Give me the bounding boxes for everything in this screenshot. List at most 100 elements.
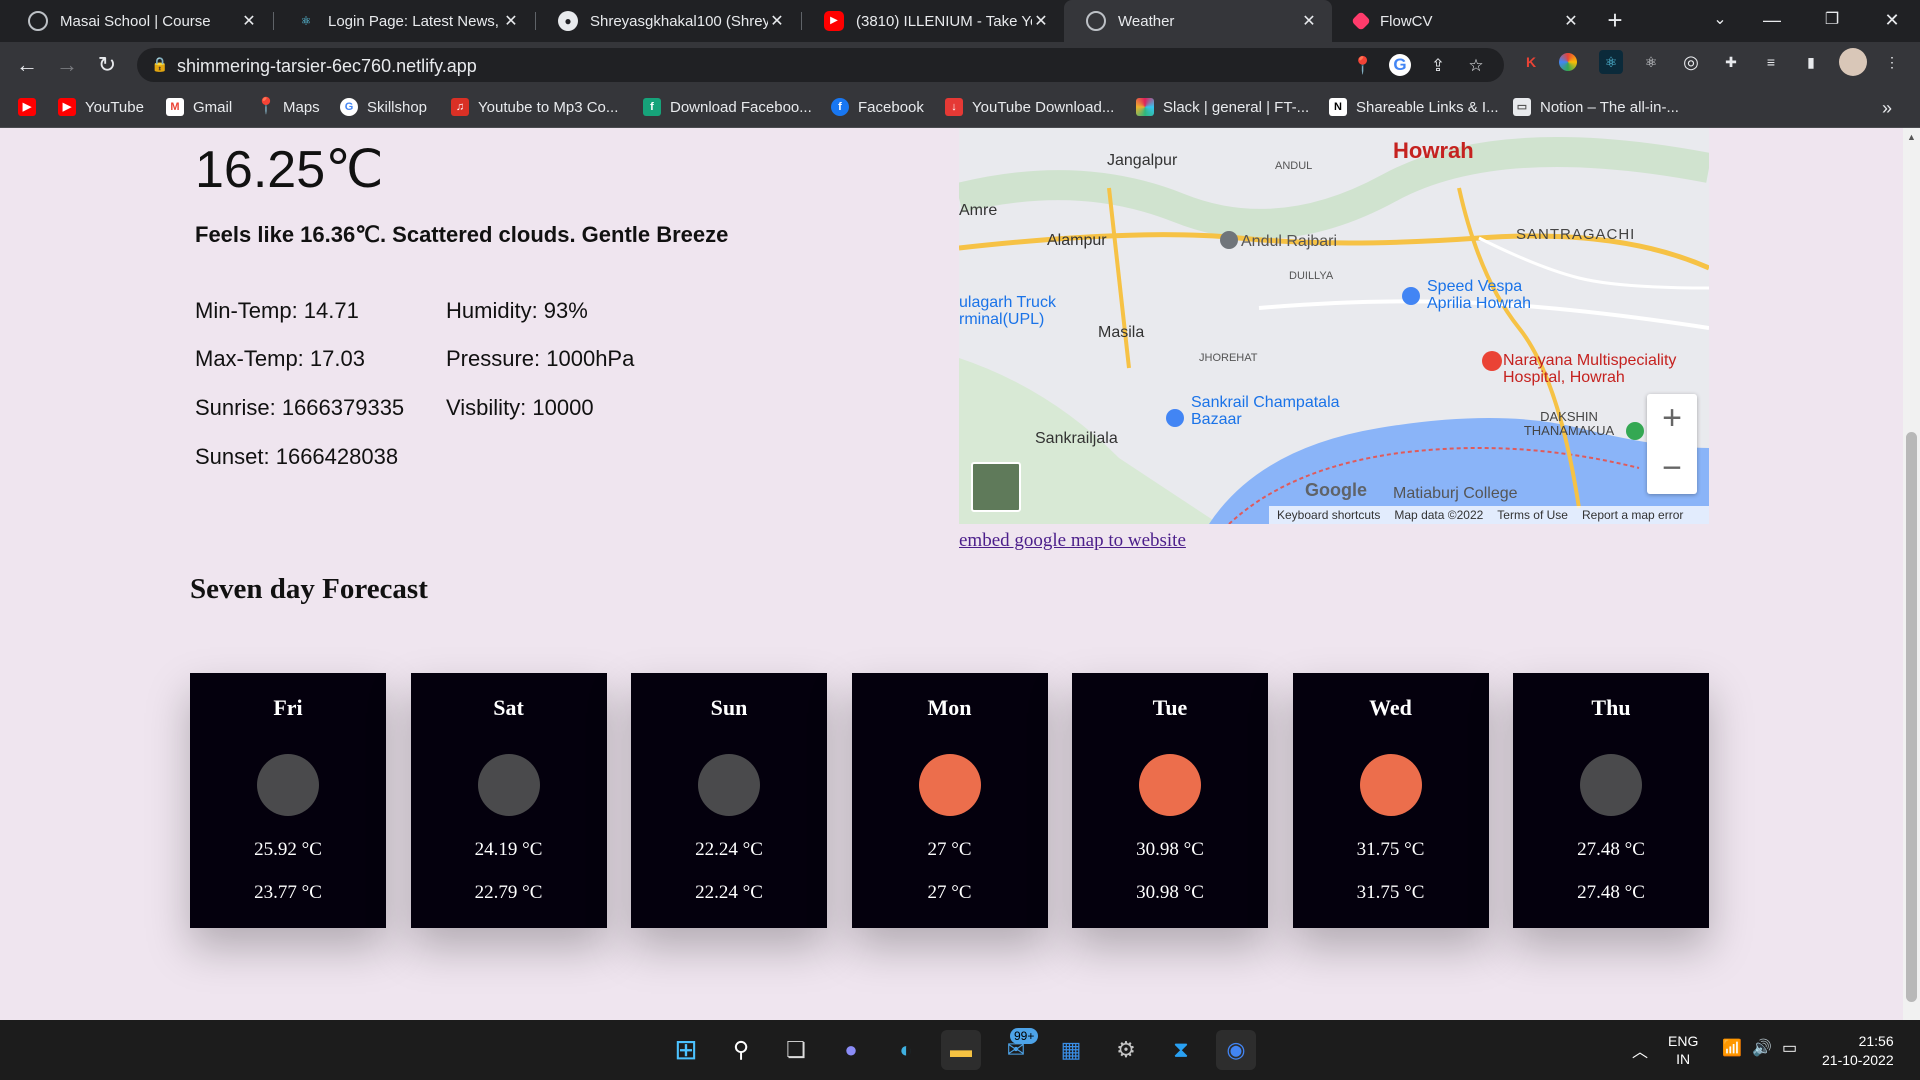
tray-overflow-icon[interactable]: ︿ xyxy=(1632,1038,1648,1062)
tab-search-icon[interactable]: ⌄ xyxy=(1692,0,1748,42)
extensions-puzzle-icon[interactable]: ✚ xyxy=(1719,50,1743,74)
vscode-icon[interactable]: ⧗ xyxy=(1161,1030,1201,1070)
bookmark-slack[interactable]: Slack | general | FT-... xyxy=(1136,98,1309,116)
tab-weather[interactable]: Weather ✕ xyxy=(1064,0,1332,42)
forecast-card: Thu 27.48 °C 27.48 °C xyxy=(1513,673,1709,928)
close-icon[interactable]: ✕ xyxy=(240,11,258,31)
slack-icon xyxy=(1136,98,1154,116)
map-label-sankrailjala: Sankrailjala xyxy=(1035,430,1118,447)
forward-button[interactable]: → xyxy=(52,50,82,80)
embed-map-link[interactable]: embed google map to website xyxy=(959,530,1186,552)
task-view-icon[interactable]: ❏ xyxy=(776,1030,816,1070)
forecast-card: Fri 25.92 °C 23.77 °C xyxy=(190,673,386,928)
settings-gear-icon[interactable]: ⚙ xyxy=(1106,1030,1146,1070)
bookmark-shareable-links[interactable]: N Shareable Links & I... xyxy=(1329,98,1499,116)
close-icon[interactable]: ✕ xyxy=(1300,11,1318,31)
extension-k-icon[interactable]: K xyxy=(1519,50,1543,74)
weather-page: 16.25℃ Feels like 16.36℃. Scattered clou… xyxy=(0,128,1920,1020)
bookmark-maps[interactable]: 📍 Maps xyxy=(256,98,320,116)
address-bar[interactable]: 🔒 shimmering-tarsier-6ec760.netlify.app … xyxy=(137,48,1504,82)
tab-flowcv[interactable]: FlowCV ✕ xyxy=(1332,0,1594,42)
close-window-button[interactable]: ✕ xyxy=(1864,0,1920,42)
target-icon[interactable]: ◎ xyxy=(1679,50,1703,74)
chrome-icon[interactable]: ◉ xyxy=(1216,1030,1256,1070)
share-icon[interactable]: ⇪ xyxy=(1427,56,1449,76)
weather-circle-icon xyxy=(1580,754,1642,816)
extension-color-icon[interactable] xyxy=(1559,53,1577,71)
minimize-button[interactable]: — xyxy=(1744,0,1800,42)
scrollbar-thumb[interactable] xyxy=(1906,432,1917,1002)
windows-start-icon[interactable]: ⊞ xyxy=(666,1030,706,1070)
google-map[interactable]: Howrah Jangalpur ANDUL Andul Rajbari SAN… xyxy=(959,128,1709,524)
zoom-in-button[interactable]: + xyxy=(1647,394,1697,444)
forecast-low: 30.98 °C xyxy=(1136,882,1204,903)
restore-button[interactable]: ❐ xyxy=(1804,0,1860,42)
mp3-icon: ♫ xyxy=(451,98,469,116)
bookmark-label: Youtube to Mp3 Co... xyxy=(478,98,619,116)
media-control-icon[interactable]: ≡ xyxy=(1759,50,1783,74)
scrollbar[interactable]: ▲ xyxy=(1903,128,1920,1020)
location-icon[interactable]: 📍 xyxy=(1352,56,1374,76)
wifi-icon[interactable]: 📶 xyxy=(1722,1038,1742,1058)
toolbar: ← → ↻ 🔒 shimmering-tarsier-6ec760.netlif… xyxy=(0,42,1920,88)
map-label-speed-vespa: Speed Vespa Aprilia Howrah xyxy=(1427,278,1532,312)
search-icon[interactable]: ⚲ xyxy=(721,1030,761,1070)
redux-icon[interactable]: ⚛ xyxy=(1639,50,1663,74)
report-map-error-link[interactable]: Report a map error xyxy=(1582,508,1683,522)
map-satellite-toggle[interactable] xyxy=(971,462,1021,512)
bookmark-youtube-icon-only[interactable]: ▶ xyxy=(18,98,45,116)
bookmark-notion[interactable]: ▭ Notion – The all-in-... xyxy=(1513,98,1679,116)
close-icon[interactable]: ✕ xyxy=(768,11,786,31)
forecast-card: Sun 22.24 °C 22.24 °C xyxy=(631,673,827,928)
close-icon[interactable]: ✕ xyxy=(502,11,520,31)
map-footer: Keyboard shortcuts Map data ©2022 Terms … xyxy=(1269,506,1709,524)
globe-icon xyxy=(1086,11,1106,31)
bookmark-gmail[interactable]: M Gmail xyxy=(166,98,232,116)
gmail-icon: M xyxy=(166,98,184,116)
battery-icon[interactable]: ▭ xyxy=(1782,1038,1797,1058)
store-icon[interactable]: ▦ xyxy=(1051,1030,1091,1070)
lock-icon[interactable]: 🔒 xyxy=(151,56,168,73)
bookmark-skillshop[interactable]: G Skillshop xyxy=(340,98,427,116)
terms-of-use-link[interactable]: Terms of Use xyxy=(1497,508,1568,522)
bookmark-youtube[interactable]: ▶ YouTube xyxy=(58,98,144,116)
google-lens-icon[interactable]: G xyxy=(1389,54,1411,76)
bookmark-facebook[interactable]: f Facebook xyxy=(831,98,924,116)
map-label-dakshin-thanamakua: DAKSHIN THANAMAKUA xyxy=(1523,409,1615,438)
bookmark-star-icon[interactable]: ☆ xyxy=(1465,56,1487,76)
download-icon: ↓ xyxy=(945,98,963,116)
weather-circle-icon xyxy=(257,754,319,816)
bookmark-youtube-download[interactable]: ↓ YouTube Download... xyxy=(945,98,1114,116)
volume-icon[interactable]: 🔊 xyxy=(1752,1038,1772,1058)
notion-icon: ▭ xyxy=(1513,98,1531,116)
tab-github[interactable]: ● Shreyasgkhakal100 (Shreya ✕ xyxy=(536,0,800,42)
react-devtools-icon[interactable]: ⚛ xyxy=(1599,50,1623,74)
teams-chat-icon[interactable]: ● xyxy=(831,1030,871,1070)
tab-login[interactable]: ⚛ Login Page: Latest News, In ✕ xyxy=(274,0,534,42)
clock[interactable]: 21:56 21-10-2022 xyxy=(1822,1032,1894,1070)
side-panel-icon[interactable]: ▮ xyxy=(1799,50,1823,74)
back-button[interactable]: ← xyxy=(12,50,42,80)
url-text: shimmering-tarsier-6ec760.netlify.app xyxy=(177,56,477,76)
map-label-duillya: DUILLYA xyxy=(1289,270,1334,282)
keyboard-shortcuts-link[interactable]: Keyboard shortcuts xyxy=(1277,508,1380,522)
close-icon[interactable]: ✕ xyxy=(1032,11,1050,31)
avatar[interactable] xyxy=(1839,48,1867,76)
bookmark-mp3[interactable]: ♫ Youtube to Mp3 Co... xyxy=(451,98,618,116)
bookmarks-overflow-icon[interactable]: » xyxy=(1882,98,1892,119)
file-explorer-icon[interactable]: ▬ xyxy=(941,1030,981,1070)
close-icon[interactable]: ✕ xyxy=(1562,11,1580,31)
bookmark-download-facebook[interactable]: f Download Faceboo... xyxy=(643,98,812,116)
scroll-up-icon[interactable]: ▲ xyxy=(1907,132,1916,142)
forecast-high: 27 °C xyxy=(927,839,972,860)
zoom-out-button[interactable]: − xyxy=(1647,444,1697,494)
new-tab-button[interactable]: + xyxy=(1600,6,1630,36)
tab-label: (3810) ILLENIUM - Take You xyxy=(856,12,1032,30)
language-label: ENG xyxy=(1668,1033,1699,1049)
reload-button[interactable]: ↻ xyxy=(92,50,122,80)
language-indicator[interactable]: ENG IN xyxy=(1668,1032,1698,1068)
tab-youtube[interactable]: ▶ (3810) ILLENIUM - Take You ✕ xyxy=(802,0,1064,42)
edge-icon[interactable]: ◐ xyxy=(886,1030,926,1070)
tab-masai[interactable]: Masai School | Course ✕ xyxy=(6,0,272,42)
menu-kebab-icon[interactable]: ⋮ xyxy=(1880,50,1904,74)
